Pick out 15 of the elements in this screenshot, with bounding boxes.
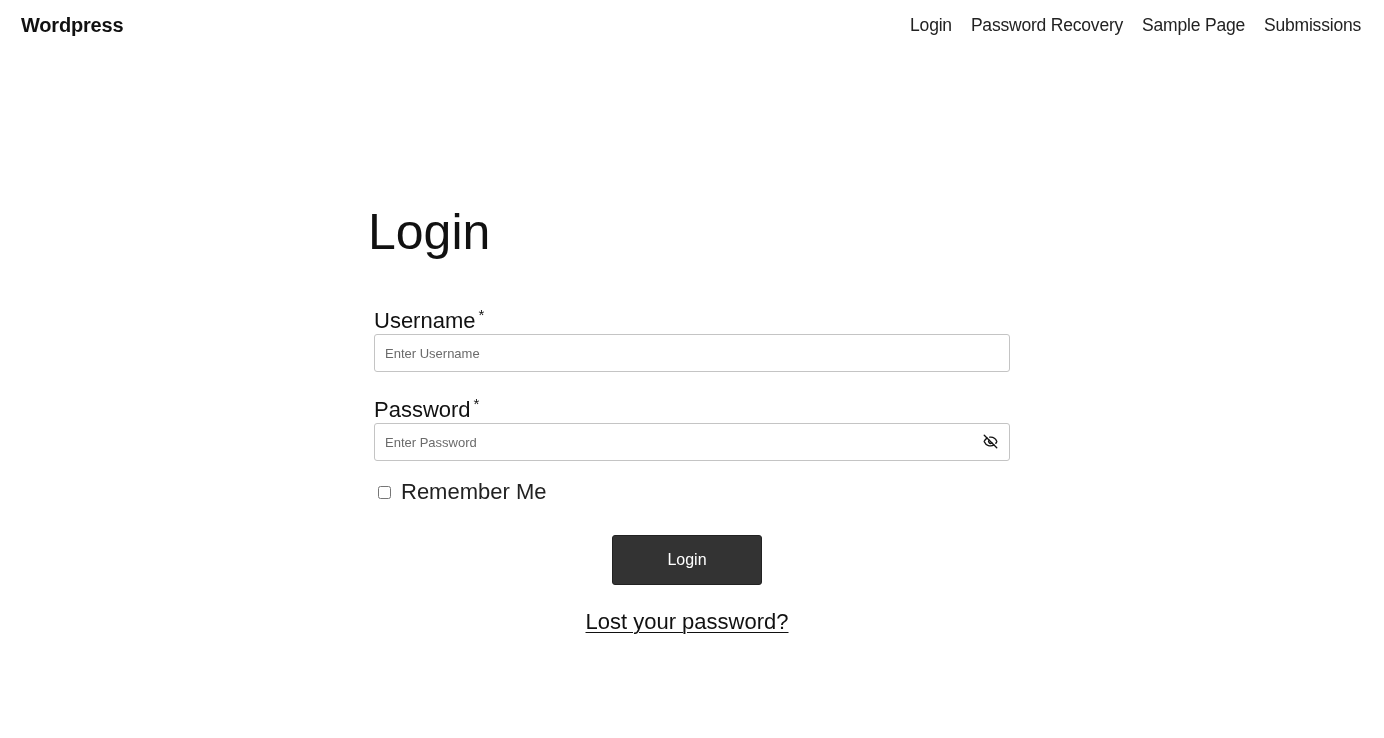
nav-link[interactable]: Sample Page (1142, 14, 1245, 36)
checkbox[interactable] (378, 485, 391, 499)
nav-link[interactable]: Submissions (1264, 14, 1361, 36)
login-button[interactable]: Login (612, 535, 762, 585)
field-label: Username$^{*}$ (374, 308, 485, 334)
site-title[interactable]: Wordpress (21, 13, 124, 37)
input-field[interactable]: Enter Password (374, 423, 1010, 461)
checkbox-label: Remember Me (401, 479, 547, 505)
lost-password-link[interactable]: Lost your password? (585, 609, 789, 635)
field-label: Password$^{*}$ (374, 397, 480, 423)
eye-off-icon[interactable] (983, 434, 998, 449)
page-title: Login (368, 203, 491, 262)
nav-link[interactable]: Password Recovery (970, 14, 1124, 36)
nav-link[interactable]: Login (910, 14, 952, 36)
input-field[interactable]: Enter Username (374, 334, 1010, 372)
